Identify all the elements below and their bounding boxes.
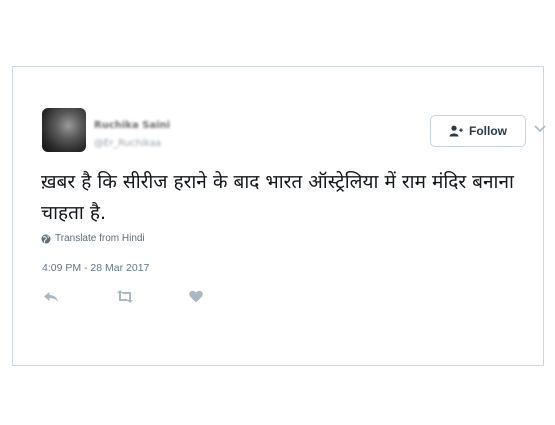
tweet-card: Ruchika Saini @Er_Ruchikaa Follow ख़बर ह… bbox=[12, 66, 546, 366]
author-name[interactable]: Ruchika Saini bbox=[94, 120, 170, 131]
avatar[interactable] bbox=[42, 108, 86, 152]
reply-icon[interactable] bbox=[43, 291, 59, 303]
heart-icon[interactable] bbox=[189, 290, 203, 303]
translate-link[interactable]: Translate from Hindi bbox=[41, 233, 145, 244]
globe-icon bbox=[41, 234, 51, 243]
chevron-down-icon[interactable] bbox=[534, 125, 546, 133]
author-handle[interactable]: @Er_Ruchikaa bbox=[94, 138, 161, 149]
timestamp[interactable]: 4:09 PM - 28 Mar 2017 bbox=[42, 262, 149, 274]
follow-button[interactable]: Follow bbox=[430, 115, 526, 147]
follow-user-icon bbox=[449, 125, 463, 137]
translate-label: Translate from Hindi bbox=[55, 233, 145, 244]
tweet-text: ख़बर है कि सीरीज हराने के बाद भारत ऑस्ट्… bbox=[41, 171, 514, 224]
retweet-icon[interactable] bbox=[115, 290, 135, 303]
follow-label: Follow bbox=[469, 124, 507, 138]
